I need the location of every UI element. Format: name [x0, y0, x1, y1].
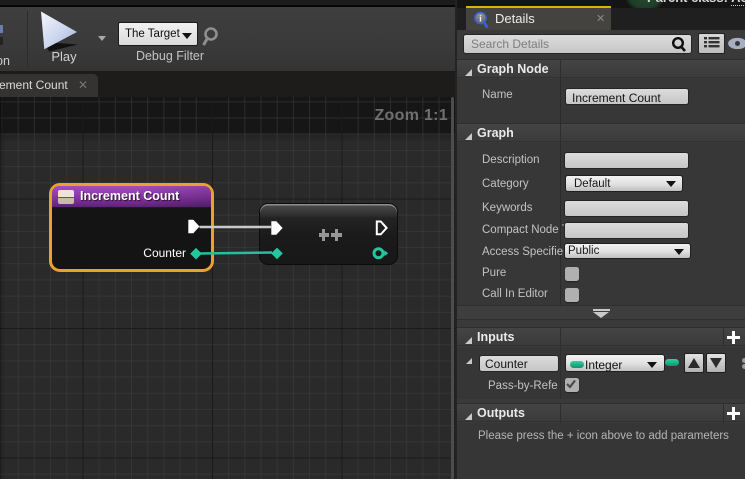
svg-text:i: i [479, 15, 482, 25]
